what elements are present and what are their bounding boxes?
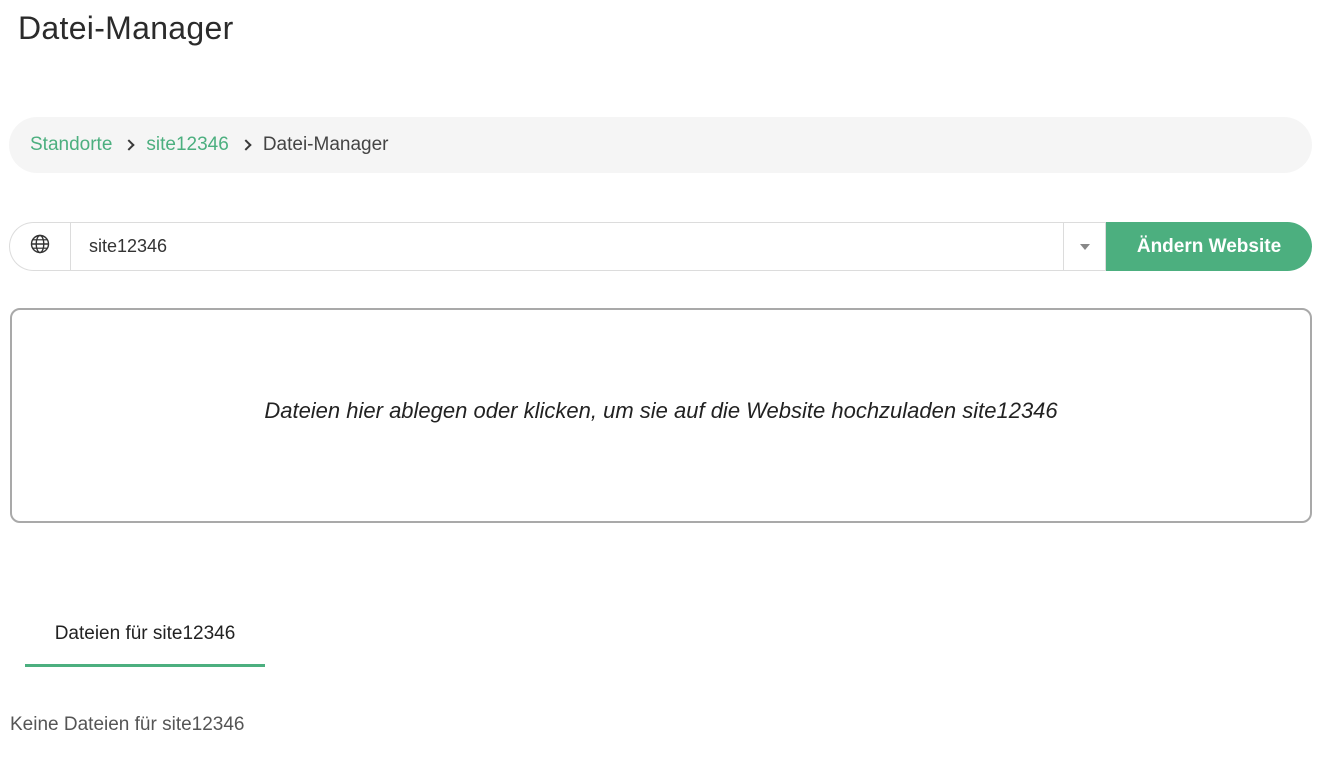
change-website-button[interactable]: Ändern Website	[1106, 222, 1312, 271]
chevron-right-icon	[123, 139, 136, 151]
site-selector: site12346 Ändern Website	[9, 222, 1312, 271]
breadcrumb-item-current: Datei-Manager	[262, 134, 389, 155]
site-select-dropdown[interactable]: site12346	[70, 222, 1106, 271]
dropzone-text: Dateien hier ablegen oder klicken, um si…	[264, 397, 1058, 423]
chevron-right-icon	[240, 139, 252, 151]
site-select-value: site12346	[89, 236, 168, 256]
breadcrumb-item-site[interactable]: site12346	[146, 134, 228, 156]
globe-icon	[30, 234, 50, 259]
breadcrumb-item-standorte[interactable]: Standorte	[30, 134, 112, 156]
tab-files[interactable]: Dateien für site12346	[25, 609, 265, 667]
breadcrumb: Standorte site12346 Datei-Manager	[9, 117, 1312, 173]
tab-files-label: Dateien für site12346	[54, 622, 236, 644]
upload-dropzone[interactable]: Dateien hier ablegen oder klicken, um si…	[10, 308, 1312, 523]
caret-down-icon	[1079, 243, 1090, 250]
empty-files-message: Keine Dateien für site12346	[10, 714, 245, 735]
dropdown-toggle[interactable]	[1063, 223, 1105, 270]
page-title: Datei-Manager	[18, 10, 234, 46]
site-selector-addon	[9, 222, 70, 271]
